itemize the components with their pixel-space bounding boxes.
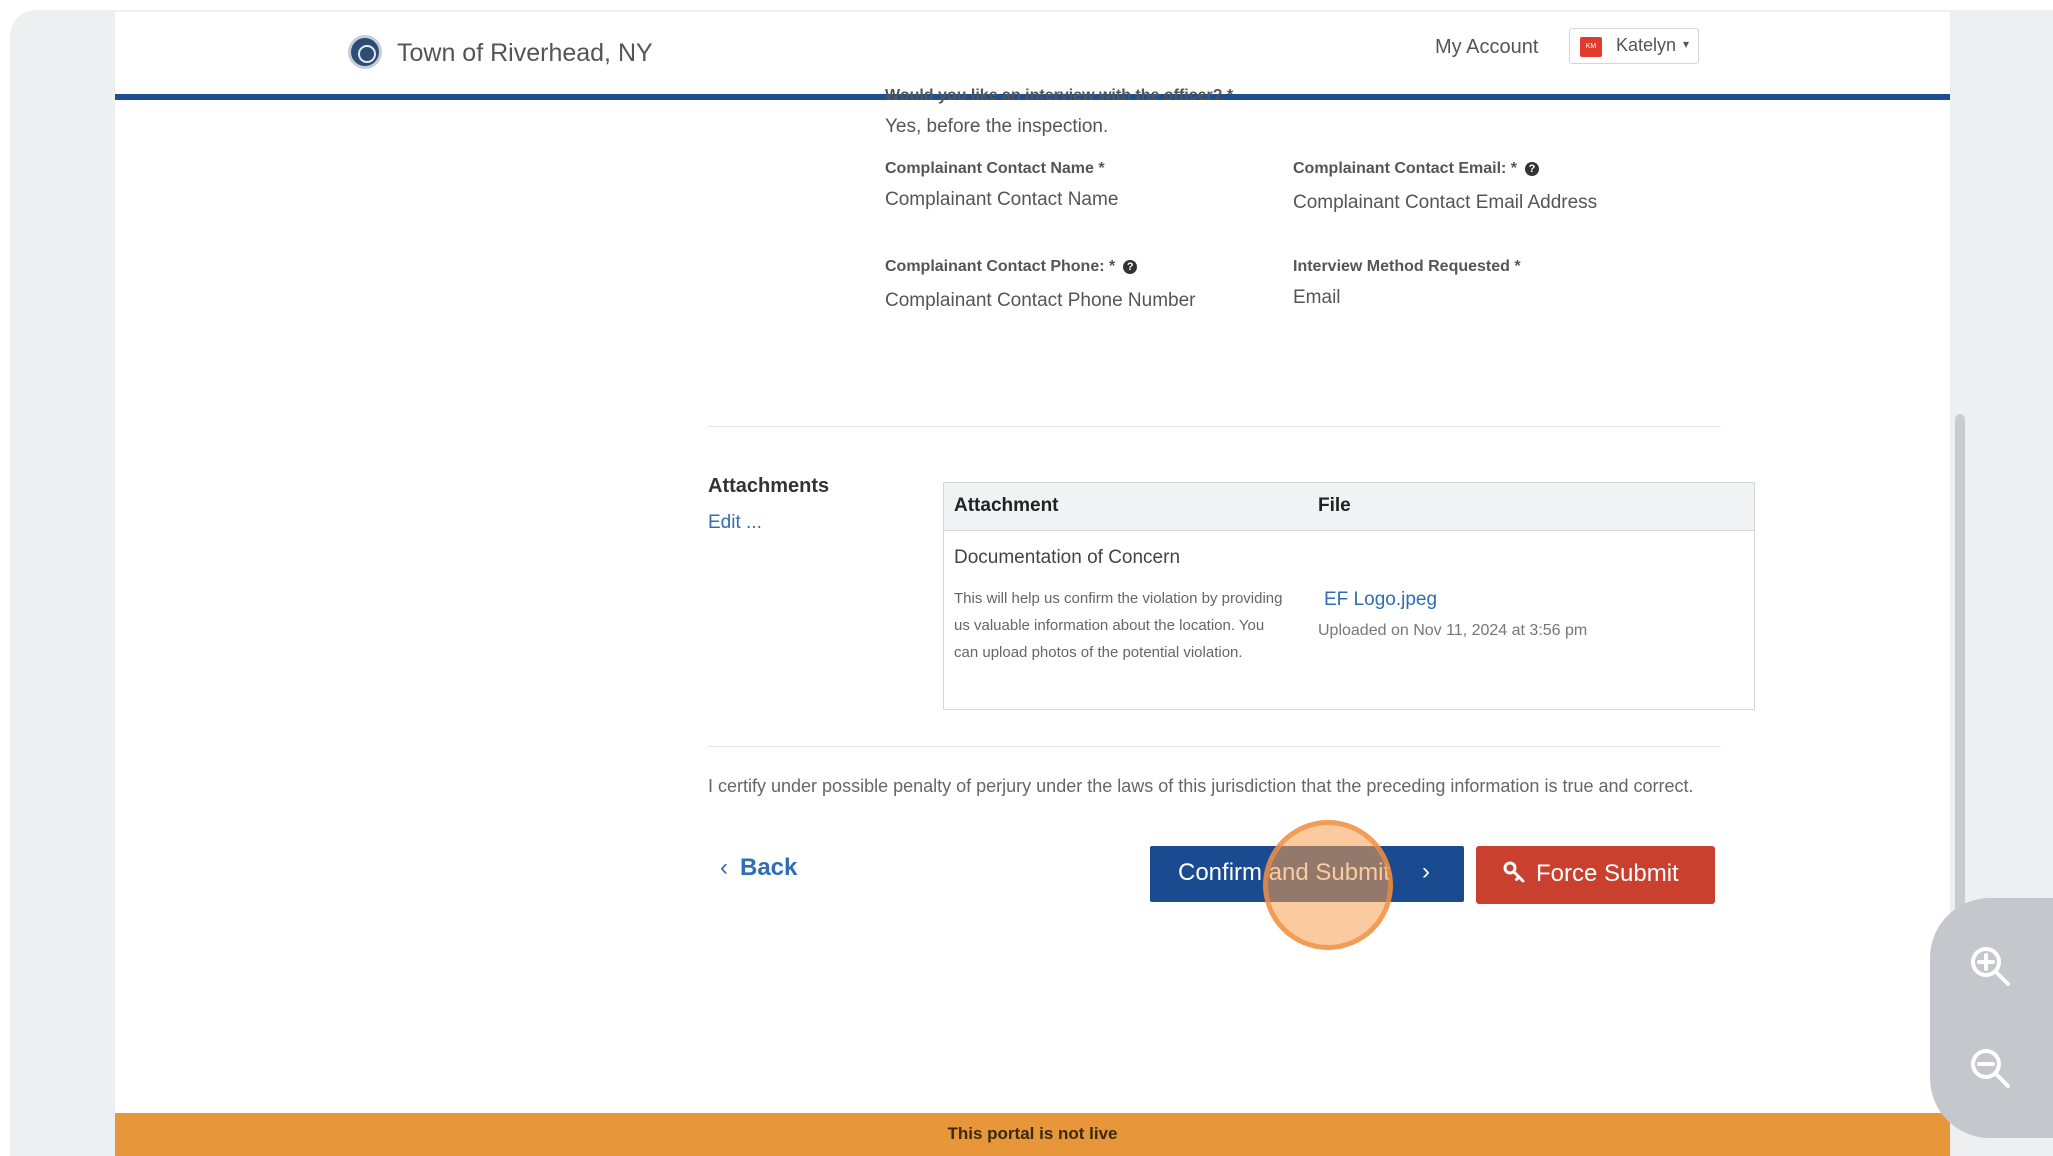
column-header-attachment: Attachment [954, 495, 1059, 516]
contact-name-value: Complainant Contact Name [885, 189, 1119, 210]
section-divider [708, 426, 1721, 427]
user-avatar: KM [1580, 37, 1602, 57]
banner-text: This portal is not live [947, 1124, 1118, 1143]
contact-phone-label: Complainant Contact Phone: *? [885, 258, 1138, 276]
interview-question-label: Would you like an interview with the off… [885, 87, 1234, 104]
attachment-upload-date: Uploaded on Nov 11, 2024 at 3:56 pm [1318, 622, 1588, 639]
back-button[interactable]: ‹ Back [720, 854, 797, 882]
key-icon [1503, 861, 1525, 883]
town-name[interactable]: Town of Riverhead, NY [397, 39, 653, 68]
confirm-label: Confirm and Submit [1178, 859, 1391, 886]
attachments-edit-link[interactable]: Edit ... [708, 512, 762, 534]
column-header-file: File [1318, 495, 1351, 516]
attachments-heading: Attachments [708, 475, 830, 497]
zoom-controls [1930, 898, 2053, 1138]
attachment-description: This will help us confirm the violation … [954, 590, 1283, 661]
town-seal-icon[interactable] [348, 35, 382, 69]
help-icon[interactable]: ? [1123, 260, 1138, 274]
portal-page: Town of Riverhead, NY My Account KM Kate… [115, 12, 1950, 1156]
contact-email-label: Complainant Contact Email: *? [1293, 160, 1540, 178]
interview-method-value: Email [1293, 287, 1341, 308]
not-live-banner: This portal is not live [115, 1113, 1950, 1156]
contact-phone-label-text: Complainant Contact Phone: * [885, 258, 1116, 275]
help-icon[interactable]: ? [1525, 162, 1540, 176]
my-account-link[interactable]: My Account [1435, 36, 1538, 59]
user-name: Katelyn [1616, 35, 1677, 55]
section-divider [708, 746, 1721, 747]
zoom-in-icon[interactable] [1966, 942, 2014, 990]
attachment-file-link[interactable]: EF Logo.jpeg [1324, 589, 1437, 611]
scrollbar[interactable] [1955, 414, 1965, 914]
attachments-table: Attachment File Documentation of Concern… [943, 482, 1755, 710]
attachments-table-header: Attachment File [944, 483, 1754, 531]
certification-statement: I certify under possible penalty of perj… [708, 776, 1694, 796]
zoom-out-icon[interactable] [1966, 1044, 2014, 1092]
attachment-name: Documentation of Concern [954, 547, 1181, 568]
force-submit-button[interactable]: Force Submit [1476, 846, 1715, 904]
caret-down-icon: ▾ [1683, 37, 1690, 51]
interview-question-value: Yes, before the inspection. [885, 116, 1109, 137]
contact-name-label: Complainant Contact Name * [885, 160, 1105, 177]
interview-method-label: Interview Method Requested * [1293, 258, 1521, 275]
site-header: Town of Riverhead, NY My Account KM Kate… [115, 12, 1950, 96]
chevron-left-icon: ‹ [720, 854, 728, 881]
force-submit-label: Force Submit [1536, 860, 1679, 887]
back-label: Back [740, 854, 798, 881]
chevron-right-icon: › [1422, 858, 1430, 885]
contact-phone-value: Complainant Contact Phone Number [885, 290, 1196, 311]
user-menu-button[interactable]: KM Katelyn ▾ [1569, 28, 1699, 64]
confirm-and-submit-button[interactable]: Confirm and Submit › [1150, 846, 1464, 902]
contact-email-value: Complainant Contact Email Address [1293, 192, 1598, 213]
contact-email-label-text: Complainant Contact Email: * [1293, 160, 1518, 177]
